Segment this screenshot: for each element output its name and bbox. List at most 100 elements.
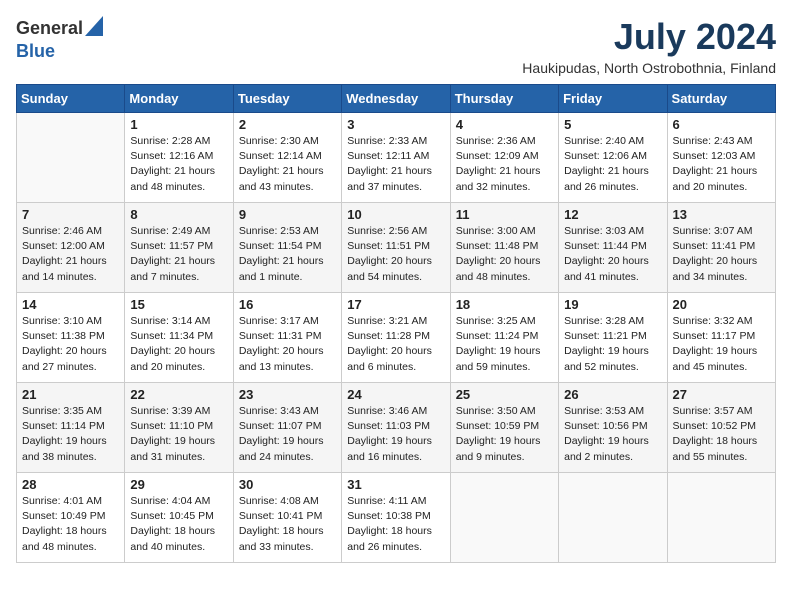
- calendar-cell-w1-d2: 9 Sunrise: 2:53 AM Sunset: 11:54 PM Dayli…: [233, 203, 341, 293]
- weekday-header-monday: Monday: [125, 85, 233, 113]
- calendar-cell-w0-d2: 2 Sunrise: 2:30 AM Sunset: 12:14 AM Dayli…: [233, 113, 341, 203]
- cell-details: Sunrise: 3:43 AM Sunset: 11:07 PM Daylig…: [239, 404, 336, 465]
- cell-details: Sunrise: 3:35 AM Sunset: 11:14 PM Daylig…: [22, 404, 119, 465]
- day-number: 6: [673, 117, 770, 132]
- day-number: 30: [239, 477, 336, 492]
- calendar-cell-w2-d2: 16 Sunrise: 3:17 AM Sunset: 11:31 PM Dayl…: [233, 293, 341, 383]
- cell-details: Sunrise: 2:40 AM Sunset: 12:06 AM Daylig…: [564, 134, 661, 195]
- calendar-cell-w0-d3: 3Sunrise: 2:33 AM Sunset: 12:11 AM Dayli…: [342, 113, 450, 203]
- cell-details: Sunrise: 4:08 AM Sunset: 10:41 PM Daylig…: [239, 494, 336, 555]
- cell-details: Sunrise: 3:17 AM Sunset: 11:31 PM Daylig…: [239, 314, 336, 375]
- day-number: 13: [673, 207, 770, 222]
- logo: General Blue: [16, 16, 103, 62]
- cell-details: Sunrise: 4:04 AM Sunset: 10:45 PM Daylig…: [130, 494, 227, 555]
- day-number: 28: [22, 477, 119, 492]
- location-subtitle: Haukipudas, North Ostrobothnia, Finland: [522, 60, 776, 76]
- cell-details: Sunrise: 3:07 AM Sunset: 11:41 PM Daylig…: [673, 224, 770, 285]
- calendar-cell-w1-d5: 12 Sunrise: 3:03 AM Sunset: 11:44 PM Dayl…: [559, 203, 667, 293]
- title-area: July 2024 Haukipudas, North Ostrobothnia…: [522, 16, 776, 76]
- cell-details: Sunrise: 2:43 AM Sunset: 12:03 AM Daylig…: [673, 134, 770, 195]
- day-number: 21: [22, 387, 119, 402]
- day-number: 20: [673, 297, 770, 312]
- calendar-cell-w4-d2: 30 Sunrise: 4:08 AM Sunset: 10:41 PM Dayl…: [233, 473, 341, 563]
- cell-details: Sunrise: 2:49 AM Sunset: 11:57 PM Daylig…: [130, 224, 227, 285]
- weekday-header-sunday: Sunday: [17, 85, 125, 113]
- day-number: 9: [239, 207, 336, 222]
- calendar-cell-w1-d0: 7Sunrise: 2:46 AM Sunset: 12:00 AM Dayli…: [17, 203, 125, 293]
- weekday-header-saturday: Saturday: [667, 85, 775, 113]
- cell-details: Sunrise: 3:53 AM Sunset: 10:56 PM Daylig…: [564, 404, 661, 465]
- cell-details: Sunrise: 3:25 AM Sunset: 11:24 PM Daylig…: [456, 314, 553, 375]
- calendar-cell-w4-d1: 29 Sunrise: 4:04 AM Sunset: 10:45 PM Dayl…: [125, 473, 233, 563]
- day-number: 11: [456, 207, 553, 222]
- calendar-cell-w3-d6: 27Sunrise: 3:57 AM Sunset: 10:52 PM Dayl…: [667, 383, 775, 473]
- day-number: 24: [347, 387, 444, 402]
- calendar-cell-w0-d4: 4 Sunrise: 2:36 AM Sunset: 12:09 AM Dayli…: [450, 113, 558, 203]
- calendar-cell-w4-d0: 28 Sunrise: 4:01 AM Sunset: 10:49 PM Dayl…: [17, 473, 125, 563]
- calendar-cell-w2-d6: 20 Sunrise: 3:32 AM Sunset: 11:17 PM Dayl…: [667, 293, 775, 383]
- calendar-cell-w2-d5: 19Sunrise: 3:28 AM Sunset: 11:21 PM Dayl…: [559, 293, 667, 383]
- day-number: 31: [347, 477, 444, 492]
- calendar-cell-w0-d6: 6 Sunrise: 2:43 AM Sunset: 12:03 AM Dayli…: [667, 113, 775, 203]
- day-number: 29: [130, 477, 227, 492]
- cell-details: Sunrise: 2:33 AM Sunset: 12:11 AM Daylig…: [347, 134, 444, 195]
- calendar-cell-w1-d3: 10 Sunrise: 2:56 AM Sunset: 11:51 PM Dayl…: [342, 203, 450, 293]
- calendar-table: SundayMondayTuesdayWednesdayThursdayFrid…: [16, 84, 776, 563]
- cell-details: Sunrise: 3:03 AM Sunset: 11:44 PM Daylig…: [564, 224, 661, 285]
- calendar-cell-w3-d4: 25Sunrise: 3:50 AM Sunset: 10:59 PM Dayl…: [450, 383, 558, 473]
- calendar-cell-w1-d1: 8Sunrise: 2:49 AM Sunset: 11:57 PM Dayli…: [125, 203, 233, 293]
- calendar-cell-w3-d2: 23 Sunrise: 3:43 AM Sunset: 11:07 PM Dayl…: [233, 383, 341, 473]
- day-number: 4: [456, 117, 553, 132]
- month-year-title: July 2024: [522, 16, 776, 58]
- weekday-header-friday: Friday: [559, 85, 667, 113]
- calendar-cell-w0-d5: 5 Sunrise: 2:40 AM Sunset: 12:06 AM Dayli…: [559, 113, 667, 203]
- calendar-cell-w0-d1: 1Sunrise: 2:28 AM Sunset: 12:16 AM Dayli…: [125, 113, 233, 203]
- logo-blue-text: Blue: [16, 41, 55, 62]
- calendar-cell-w4-d4: [450, 473, 558, 563]
- calendar-cell-w3-d5: 26 Sunrise: 3:53 AM Sunset: 10:56 PM Dayl…: [559, 383, 667, 473]
- day-number: 5: [564, 117, 661, 132]
- header: General Blue July 2024 Haukipudas, North…: [16, 16, 776, 76]
- cell-details: Sunrise: 2:46 AM Sunset: 12:00 AM Daylig…: [22, 224, 119, 285]
- cell-details: Sunrise: 4:11 AM Sunset: 10:38 PM Daylig…: [347, 494, 444, 555]
- calendar-cell-w3-d0: 21 Sunrise: 3:35 AM Sunset: 11:14 PM Dayl…: [17, 383, 125, 473]
- cell-details: Sunrise: 2:36 AM Sunset: 12:09 AM Daylig…: [456, 134, 553, 195]
- day-number: 10: [347, 207, 444, 222]
- day-number: 19: [564, 297, 661, 312]
- weekday-header-tuesday: Tuesday: [233, 85, 341, 113]
- day-number: 26: [564, 387, 661, 402]
- cell-details: Sunrise: 3:14 AM Sunset: 11:34 PM Daylig…: [130, 314, 227, 375]
- cell-details: Sunrise: 2:28 AM Sunset: 12:16 AM Daylig…: [130, 134, 227, 195]
- weekday-header-thursday: Thursday: [450, 85, 558, 113]
- day-number: 22: [130, 387, 227, 402]
- calendar-cell-w4-d5: [559, 473, 667, 563]
- day-number: 16: [239, 297, 336, 312]
- day-number: 23: [239, 387, 336, 402]
- calendar-cell-w3-d3: 24 Sunrise: 3:46 AM Sunset: 11:03 PM Dayl…: [342, 383, 450, 473]
- calendar-cell-w3-d1: 22 Sunrise: 3:39 AM Sunset: 11:10 PM Dayl…: [125, 383, 233, 473]
- cell-details: Sunrise: 3:46 AM Sunset: 11:03 PM Daylig…: [347, 404, 444, 465]
- cell-details: Sunrise: 2:30 AM Sunset: 12:14 AM Daylig…: [239, 134, 336, 195]
- cell-details: Sunrise: 3:00 AM Sunset: 11:48 PM Daylig…: [456, 224, 553, 285]
- calendar-cell-w2-d3: 17Sunrise: 3:21 AM Sunset: 11:28 PM Dayl…: [342, 293, 450, 383]
- cell-details: Sunrise: 2:56 AM Sunset: 11:51 PM Daylig…: [347, 224, 444, 285]
- calendar-cell-w4-d3: 31 Sunrise: 4:11 AM Sunset: 10:38 PM Dayl…: [342, 473, 450, 563]
- cell-details: Sunrise: 2:53 AM Sunset: 11:54 PM Daylig…: [239, 224, 336, 285]
- day-number: 27: [673, 387, 770, 402]
- cell-details: Sunrise: 4:01 AM Sunset: 10:49 PM Daylig…: [22, 494, 119, 555]
- cell-details: Sunrise: 3:39 AM Sunset: 11:10 PM Daylig…: [130, 404, 227, 465]
- calendar-cell-w4-d6: [667, 473, 775, 563]
- calendar-cell-w2-d4: 18Sunrise: 3:25 AM Sunset: 11:24 PM Dayl…: [450, 293, 558, 383]
- cell-details: Sunrise: 3:32 AM Sunset: 11:17 PM Daylig…: [673, 314, 770, 375]
- day-number: 17: [347, 297, 444, 312]
- day-number: 12: [564, 207, 661, 222]
- day-number: 14: [22, 297, 119, 312]
- weekday-header-wednesday: Wednesday: [342, 85, 450, 113]
- day-number: 2: [239, 117, 336, 132]
- calendar-cell-w2-d0: 14Sunrise: 3:10 AM Sunset: 11:38 PM Dayl…: [17, 293, 125, 383]
- calendar-cell-w1-d4: 11 Sunrise: 3:00 AM Sunset: 11:48 PM Dayl…: [450, 203, 558, 293]
- day-number: 15: [130, 297, 227, 312]
- logo-general-text: General: [16, 18, 83, 39]
- calendar-cell-w1-d6: 13 Sunrise: 3:07 AM Sunset: 11:41 PM Dayl…: [667, 203, 775, 293]
- calendar-cell-w0-d0: [17, 113, 125, 203]
